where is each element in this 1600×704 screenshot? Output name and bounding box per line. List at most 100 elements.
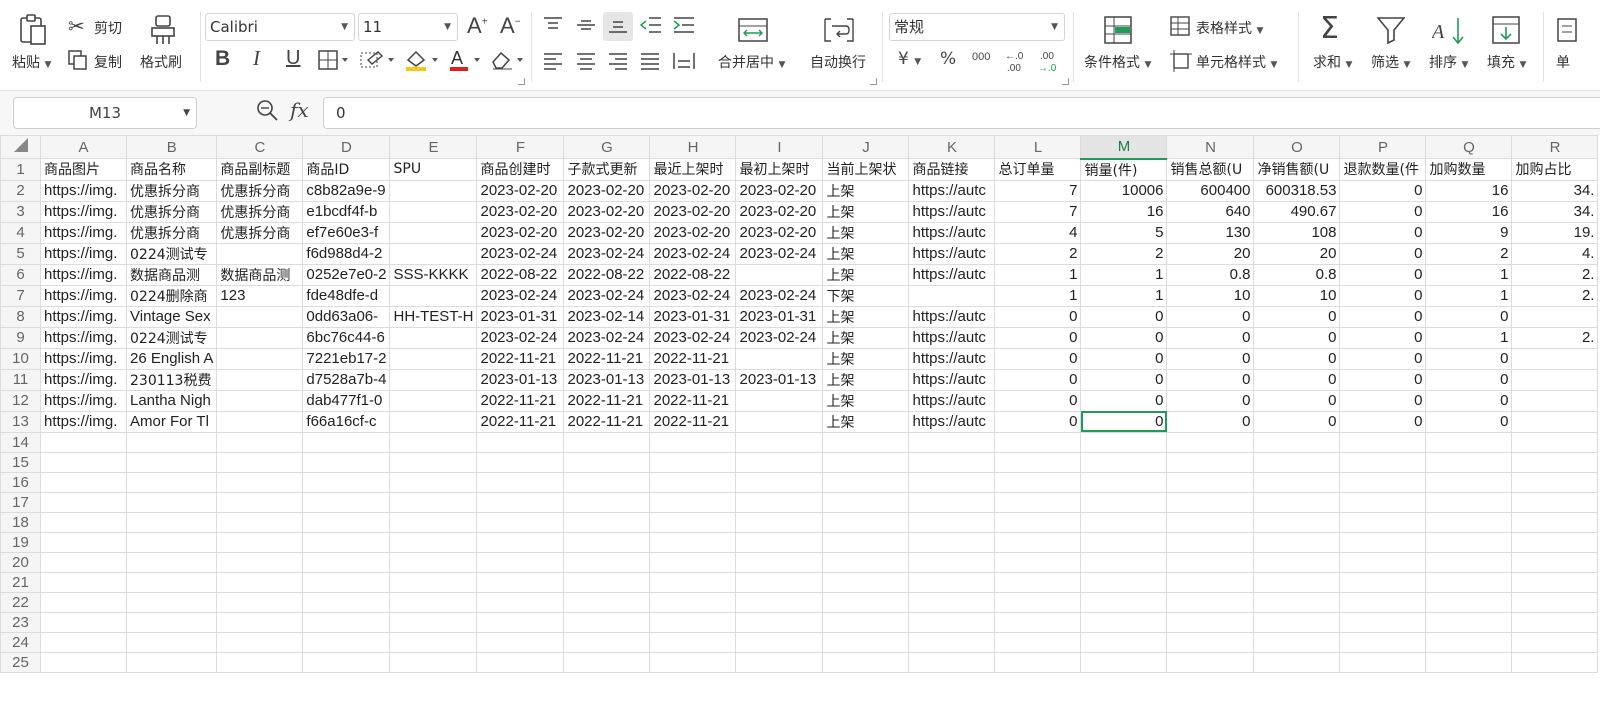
cell-i5[interactable]: 2023-02-24 <box>735 242 824 265</box>
cell-b12[interactable]: Lantha Nigh <box>125 389 218 412</box>
cell-a9[interactable]: https://img. <box>40 326 127 349</box>
cell-r11[interactable] <box>1511 368 1599 391</box>
cell-a1[interactable]: 商品图片 <box>40 158 127 181</box>
cell-e20[interactable] <box>389 551 478 573</box>
cell-style-button[interactable]: 单元格样式 ▼ <box>1196 52 1277 72</box>
cell-f24[interactable] <box>476 631 565 653</box>
cell-j19[interactable] <box>822 531 910 553</box>
cell-k23[interactable] <box>908 611 996 633</box>
cell-i7[interactable]: 2023-02-24 <box>735 284 824 307</box>
column-header-p[interactable]: P <box>1339 135 1427 159</box>
cell-p3[interactable]: 0 <box>1339 200 1427 223</box>
cell-f6[interactable]: 2022-08-22 <box>476 263 565 286</box>
table-style-button[interactable]: 表格样式 ▼ <box>1196 18 1263 38</box>
cell-p4[interactable]: 0 <box>1339 221 1427 244</box>
cell-r3[interactable]: 34. <box>1511 200 1599 223</box>
cell-c4[interactable]: 优惠拆分商 <box>216 221 304 244</box>
cell-h11[interactable]: 2023-01-13 <box>649 368 737 391</box>
cell-e2[interactable] <box>389 179 478 202</box>
cell-d15[interactable] <box>302 451 391 473</box>
conditional-format-icon[interactable] <box>1104 16 1132 47</box>
cell-o13[interactable]: 0 <box>1253 410 1341 433</box>
cell-b16[interactable] <box>125 471 218 493</box>
cell-d11[interactable]: d7528a7b-4 <box>302 368 391 391</box>
cell-n2[interactable]: 600400 <box>1166 179 1255 202</box>
cell-e24[interactable] <box>389 631 478 653</box>
row-header-14[interactable]: 14 <box>0 431 41 453</box>
cell-c15[interactable] <box>216 451 304 473</box>
cell-j5[interactable]: 上架 <box>822 242 910 265</box>
font-color-icon[interactable]: A <box>448 48 484 75</box>
cell-r10[interactable] <box>1511 347 1599 370</box>
cell-b24[interactable] <box>125 631 218 653</box>
cell-c7[interactable]: 123 <box>216 284 304 307</box>
cell-h9[interactable]: 2023-02-24 <box>649 326 737 349</box>
cell-m2[interactable]: 10006 <box>1080 179 1168 202</box>
cell-l19[interactable] <box>994 531 1082 553</box>
decrease-indent-icon[interactable] <box>639 16 662 37</box>
cell-k17[interactable] <box>908 491 996 513</box>
cell-n11[interactable]: 0 <box>1166 368 1255 391</box>
increase-decimal-icon[interactable]: ←.0.00 <box>1003 49 1027 76</box>
cell-p15[interactable] <box>1339 451 1427 473</box>
cell-m7[interactable]: 1 <box>1080 284 1168 307</box>
cell-d25[interactable] <box>302 651 391 673</box>
cell-m3[interactable]: 16 <box>1080 200 1168 223</box>
cell-p20[interactable] <box>1339 551 1427 573</box>
italic-button[interactable]: I <box>253 48 260 69</box>
number-format-select[interactable]: 常规 ▼ <box>889 13 1065 41</box>
cell-f7[interactable]: 2023-02-24 <box>476 284 565 307</box>
cell-f20[interactable] <box>476 551 565 573</box>
cell-g6[interactable]: 2022-08-22 <box>563 263 651 286</box>
cell-r1[interactable]: 加购占比 <box>1511 158 1599 181</box>
cell-g10[interactable]: 2022-11-21 <box>563 347 651 370</box>
cell-a23[interactable] <box>40 611 127 633</box>
cell-d16[interactable] <box>302 471 391 493</box>
cell-p11[interactable]: 0 <box>1339 368 1427 391</box>
cell-n18[interactable] <box>1166 511 1255 533</box>
cell-k8[interactable]: https://autc <box>908 305 996 328</box>
cell-m1[interactable]: 销量(件) <box>1080 158 1168 181</box>
cell-d14[interactable] <box>302 431 391 453</box>
cell-a24[interactable] <box>40 631 127 653</box>
select-all-corner[interactable] <box>0 135 41 159</box>
cell-b14[interactable] <box>125 431 218 453</box>
align-middle-icon[interactable] <box>576 16 596 37</box>
cell-d21[interactable] <box>302 571 391 593</box>
alignment-dialog-launcher[interactable] <box>870 78 877 85</box>
cell-r24[interactable] <box>1511 631 1599 653</box>
column-header-r[interactable]: R <box>1511 135 1599 159</box>
cell-n22[interactable] <box>1166 591 1255 613</box>
cut-button[interactable]: 剪切 <box>94 18 122 38</box>
cell-h12[interactable]: 2022-11-21 <box>649 389 737 412</box>
cell-f12[interactable]: 2022-11-21 <box>476 389 565 412</box>
cell-i25[interactable] <box>735 651 824 673</box>
cell-m12[interactable]: 0 <box>1080 389 1168 412</box>
cell-f3[interactable]: 2023-02-20 <box>476 200 565 223</box>
cell-e15[interactable] <box>389 451 478 473</box>
align-top-icon[interactable] <box>543 16 563 37</box>
cell-d10[interactable]: 7221eb17-2 <box>302 347 391 370</box>
cell-b3[interactable]: 优惠拆分商 <box>125 200 218 223</box>
cell-l17[interactable] <box>994 491 1082 513</box>
cell-n6[interactable]: 0.8 <box>1166 263 1255 286</box>
name-box[interactable]: M13 ▼ <box>13 97 197 129</box>
cell-b19[interactable] <box>125 531 218 553</box>
cell-p25[interactable] <box>1339 651 1427 673</box>
cell-q5[interactable]: 2 <box>1425 242 1513 265</box>
cell-r20[interactable] <box>1511 551 1599 573</box>
cell-k7[interactable] <box>908 284 996 307</box>
cell-g2[interactable]: 2023-02-20 <box>563 179 651 202</box>
cell-k15[interactable] <box>908 451 996 473</box>
row-header-7[interactable]: 7 <box>0 284 41 307</box>
cell-o24[interactable] <box>1253 631 1341 653</box>
cell-i22[interactable] <box>735 591 824 613</box>
cell-p10[interactable]: 0 <box>1339 347 1427 370</box>
cell-d20[interactable] <box>302 551 391 573</box>
cell-f19[interactable] <box>476 531 565 553</box>
cell-h3[interactable]: 2023-02-20 <box>649 200 737 223</box>
cell-j25[interactable] <box>822 651 910 673</box>
cell-o18[interactable] <box>1253 511 1341 533</box>
cell-l7[interactable]: 1 <box>994 284 1082 307</box>
cell-c12[interactable] <box>216 389 304 412</box>
